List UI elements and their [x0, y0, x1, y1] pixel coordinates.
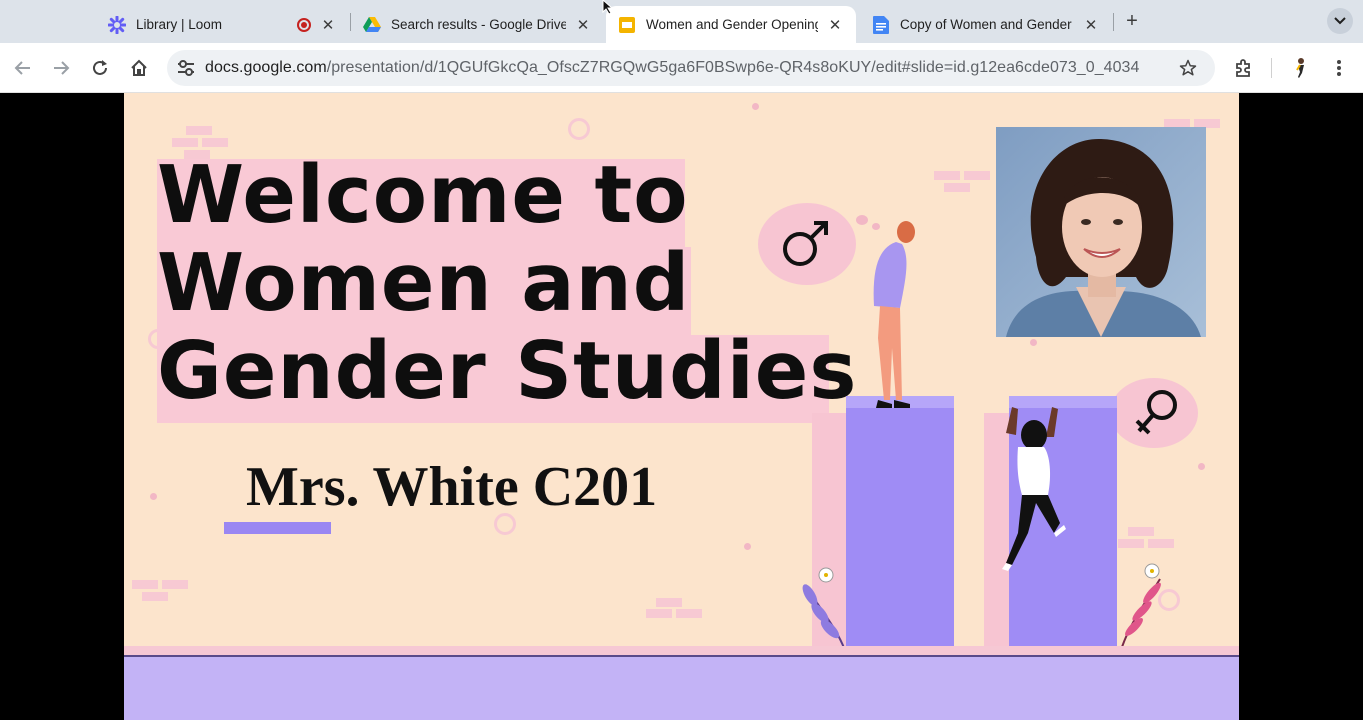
recording-indicator-icon: [297, 17, 311, 32]
new-tab-button[interactable]: +: [1121, 10, 1143, 32]
decor-brick: [202, 138, 228, 147]
address-bar[interactable]: docs.google.com/presentation/d/1QGUfGkcQ…: [167, 50, 1215, 86]
toolbar-divider: [1271, 58, 1272, 78]
plant-illustration: [1121, 563, 1161, 648]
decor-brick: [934, 171, 960, 180]
decor-brick: [676, 609, 702, 618]
decor-ring: [568, 118, 590, 140]
tab-google-drive[interactable]: Search results - Google Drive ✕: [351, 6, 604, 43]
tab-search-button[interactable]: [1327, 8, 1353, 34]
puzzle-icon: [1236, 59, 1250, 77]
decor-brick: [172, 138, 198, 147]
google-slides-icon: [618, 16, 636, 34]
man-figure-illustration: [873, 221, 915, 408]
tab-strip: Library | Loom ✕ Search results - Google…: [0, 0, 1363, 43]
google-docs-icon: [872, 15, 890, 34]
profile-avatar[interactable]: [1287, 55, 1313, 81]
mouse-cursor-icon: [602, 0, 614, 14]
floor: [124, 655, 1239, 720]
decor-dot: [1198, 463, 1205, 470]
tab-title: Search results - Google Drive: [391, 17, 566, 32]
decor-brick: [656, 598, 682, 607]
floor-strip: [124, 646, 1239, 655]
decor-brick: [646, 609, 672, 618]
home-button[interactable]: [126, 55, 152, 81]
female-symbol-icon: [1135, 390, 1177, 435]
home-icon: [131, 59, 147, 76]
tab-title: Women and Gender Opening: [646, 17, 818, 32]
teacher-room-label: Mrs. White C201: [246, 456, 658, 518]
close-tab-icon[interactable]: ✕: [319, 16, 337, 34]
decor-dot: [1030, 339, 1037, 346]
back-button[interactable]: [10, 55, 36, 81]
decor-brick: [1128, 527, 1154, 536]
close-tab-icon[interactable]: ✕: [1082, 16, 1100, 34]
bookmark-star-icon[interactable]: [1177, 57, 1199, 79]
extensions-button[interactable]: [1231, 55, 1257, 81]
decor-dot: [744, 543, 751, 550]
tab-copy-of-women-and-gender[interactable]: Copy of Women and Gender S ✕: [860, 6, 1112, 43]
decor-brick: [186, 126, 212, 135]
reload-icon: [93, 60, 107, 75]
decor-brick: [944, 183, 970, 192]
male-symbol-icon: [783, 221, 828, 266]
arrow-right-icon: [54, 61, 70, 75]
more-vertical-icon: [1337, 60, 1341, 76]
close-tab-icon[interactable]: ✕: [826, 16, 844, 34]
decor-brick: [162, 580, 188, 589]
avatar: [1296, 58, 1304, 78]
woman-climbing-illustration: [1002, 407, 1066, 571]
browser-toolbar: docs.google.com/presentation/d/1QGUfGkcQ…: [0, 43, 1363, 93]
slide-title: Welcome to Women and Gender Studies: [157, 151, 877, 415]
plant-illustration: [802, 567, 847, 654]
title-line-3: Gender Studies: [157, 325, 858, 417]
pillar-left: [846, 396, 954, 656]
accent-bar: [224, 522, 331, 534]
url-path: /presentation/d/1QGUfGkcQa_OfscZ7RGQwG5g…: [326, 59, 1140, 76]
tab-loom-library[interactable]: Library | Loom ✕: [96, 6, 349, 43]
decor-dot: [150, 493, 157, 500]
teacher-photo: [996, 127, 1206, 337]
browser-menu-button[interactable]: [1326, 55, 1352, 81]
tab-divider: [1113, 13, 1114, 31]
decor-brick: [1118, 539, 1144, 548]
tab-women-and-gender-opening[interactable]: Women and Gender Opening ✕: [606, 6, 856, 43]
arrow-left-icon: [14, 61, 30, 75]
url-host: docs.google.com: [205, 59, 327, 76]
presentation-slide[interactable]: Welcome to Women and Gender Studies Mrs.…: [124, 93, 1239, 720]
url-text[interactable]: docs.google.com/presentation/d/1QGUfGkcQ…: [205, 59, 1139, 77]
close-tab-icon[interactable]: ✕: [574, 16, 592, 34]
reload-button[interactable]: [87, 55, 113, 81]
decor-brick: [1148, 539, 1174, 548]
decor-dot: [752, 103, 759, 110]
slide-viewport: Welcome to Women and Gender Studies Mrs.…: [0, 93, 1363, 720]
chevron-down-icon: [1334, 17, 1346, 25]
loom-icon: [108, 15, 126, 34]
forward-button[interactable]: [48, 55, 74, 81]
tab-title: Copy of Women and Gender S: [900, 17, 1074, 32]
google-drive-icon: [363, 16, 381, 34]
decor-brick: [142, 592, 168, 601]
tab-title: Library | Loom: [136, 17, 223, 32]
decor-brick: [132, 580, 158, 589]
decor-brick: [964, 171, 990, 180]
site-settings-icon[interactable]: [175, 57, 197, 79]
